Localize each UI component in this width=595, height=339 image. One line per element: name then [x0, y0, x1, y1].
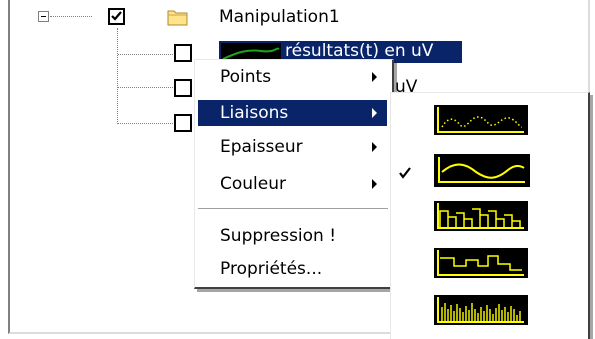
tree-item-root-label[interactable]: Manipulation1	[219, 7, 340, 27]
menu-item-epaisseur[interactable]: Epaisseur	[198, 134, 387, 160]
dotted-curve-option[interactable]	[434, 105, 528, 135]
submenu-arrow-icon	[372, 72, 377, 82]
menu-item-label: Points	[220, 67, 272, 87]
tree-connector	[118, 87, 173, 88]
step-line-option[interactable]	[434, 248, 528, 278]
tree-item-selected-label: résultats(t) en uV	[285, 41, 434, 61]
vertical-bars-option[interactable]	[434, 295, 528, 325]
submenu-arrow-icon	[372, 142, 377, 152]
tree-connector	[50, 16, 92, 17]
menu-item-liaisons[interactable]: Liaisons	[198, 100, 387, 126]
child-checkbox[interactable]	[174, 79, 192, 97]
checkmark-icon	[399, 167, 411, 179]
menu-item-label: Suppression !	[220, 226, 337, 246]
child-checkbox[interactable]	[174, 114, 192, 132]
tree-connector	[118, 54, 173, 55]
menu-separator	[198, 208, 388, 210]
step-line-icon	[437, 250, 524, 276]
menu-item-points[interactable]: Points	[198, 64, 387, 90]
submenu-arrow-icon	[372, 108, 377, 118]
child-checkbox[interactable]	[174, 44, 192, 62]
menu-item-proprietes[interactable]: Propriétés...	[198, 256, 387, 282]
liaisons-submenu	[390, 92, 590, 339]
root-checkbox[interactable]	[108, 8, 125, 25]
collapse-toggle[interactable]	[38, 11, 49, 22]
step-bars-icon	[437, 203, 524, 229]
menu-item-label: Propriétés...	[220, 259, 323, 279]
menu-item-couleur[interactable]: Couleur	[198, 171, 387, 197]
menu-item-label: Couleur	[220, 174, 286, 194]
step-bars-option[interactable]	[434, 201, 528, 231]
tree-connector	[118, 123, 173, 124]
smooth-curve-option[interactable]	[434, 154, 530, 187]
submenu-arrow-icon	[372, 179, 377, 189]
menu-item-label: Epaisseur	[220, 137, 303, 157]
tree-connector	[117, 28, 118, 124]
context-menu: Points Liaisons Epaisseur Couleur Suppre…	[194, 59, 394, 289]
menu-item-label: Liaisons	[220, 103, 289, 123]
check-icon	[111, 11, 122, 21]
menu-item-suppression[interactable]: Suppression !	[198, 223, 387, 249]
dotted-curve-icon	[437, 107, 524, 133]
folder-icon	[167, 8, 189, 31]
smooth-curve-icon	[438, 157, 525, 183]
vertical-bars-icon	[437, 297, 524, 323]
